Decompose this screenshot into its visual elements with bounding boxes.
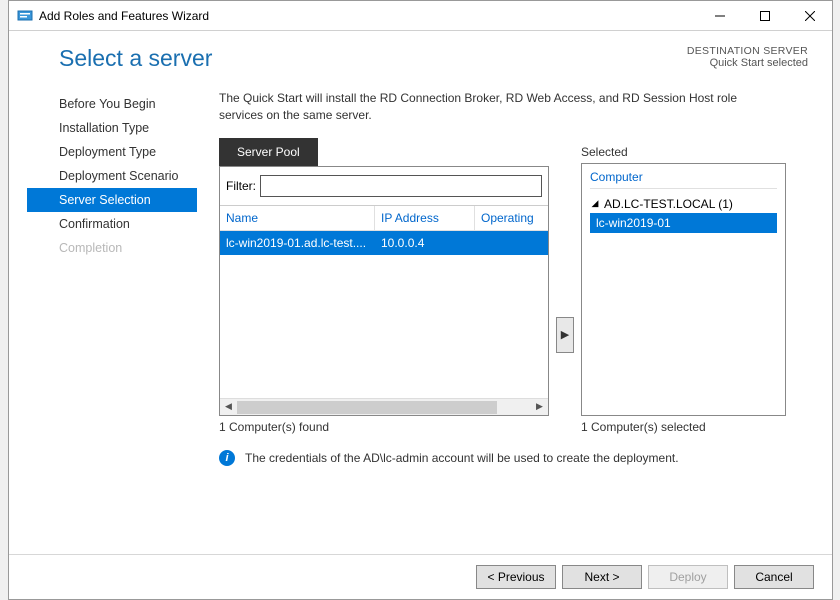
info-row: i The credentials of the AD\lc-admin acc… [219, 450, 814, 466]
tree-collapse-icon[interactable]: ◢ [590, 198, 600, 209]
server-pool-panel: Server Pool Filter: Name IP Address Oper… [219, 138, 549, 434]
col-name[interactable]: Name [220, 206, 375, 230]
computers-found-label: 1 Computer(s) found [219, 420, 549, 434]
cell-ip: 10.0.0.4 [375, 231, 475, 255]
destination-block: DESTINATION SERVER Quick Start selected [687, 45, 814, 69]
tree-parent[interactable]: ◢ AD.LC-TEST.LOCAL (1) [590, 195, 777, 213]
col-os[interactable]: Operating [475, 206, 548, 230]
deploy-button: Deploy [648, 565, 728, 589]
close-button[interactable] [787, 1, 832, 30]
selected-box: Computer ◢ AD.LC-TEST.LOCAL (1) lc-win20… [581, 163, 786, 416]
transfer-column: ▶ [549, 138, 581, 434]
scroll-thumb[interactable] [237, 401, 497, 414]
tab-row: Server Pool [219, 138, 549, 166]
wizard-window: Add Roles and Features Wizard Select a s… [8, 0, 833, 600]
nav-deployment-type[interactable]: Deployment Type [27, 140, 197, 164]
wizard-nav: Before You Begin Installation Type Deplo… [27, 90, 197, 554]
nav-completion: Completion [27, 236, 197, 260]
titlebar: Add Roles and Features Wizard [9, 1, 832, 31]
selected-label: Selected [581, 138, 786, 159]
content-area: Select a server DESTINATION SERVER Quick… [9, 31, 832, 554]
selected-panel: Selected Computer ◢ AD.LC-TEST.LOCAL (1)… [581, 138, 786, 434]
table-row[interactable]: lc-win2019-01.ad.lc-test.... 10.0.0.4 [220, 231, 548, 255]
nav-installation-type[interactable]: Installation Type [27, 116, 197, 140]
intro-text: The Quick Start will install the RD Conn… [219, 90, 779, 124]
tree-child[interactable]: lc-win2019-01 [590, 213, 777, 233]
page-title: Select a server [59, 45, 212, 72]
server-list: lc-win2019-01.ad.lc-test.... 10.0.0.4 [220, 231, 548, 398]
nav-deployment-scenario[interactable]: Deployment Scenario [27, 164, 197, 188]
nav-confirmation[interactable]: Confirmation [27, 212, 197, 236]
scroll-left-icon[interactable]: ◀ [220, 398, 237, 415]
next-button[interactable]: Next > [562, 565, 642, 589]
horizontal-scrollbar[interactable]: ◀ ▶ [220, 398, 548, 415]
body-row: Before You Begin Installation Type Deplo… [27, 90, 814, 554]
computers-selected-label: 1 Computer(s) selected [581, 420, 786, 434]
cancel-button[interactable]: Cancel [734, 565, 814, 589]
nav-server-selection[interactable]: Server Selection [27, 188, 197, 212]
footer: < Previous Next > Deploy Cancel [9, 554, 832, 599]
tree-parent-label: AD.LC-TEST.LOCAL (1) [604, 197, 733, 211]
nav-before-you-begin[interactable]: Before You Begin [27, 92, 197, 116]
cell-name: lc-win2019-01.ad.lc-test.... [220, 231, 375, 255]
filter-input[interactable] [260, 175, 542, 197]
panels-row: Server Pool Filter: Name IP Address Oper… [219, 138, 814, 434]
app-icon [17, 8, 33, 24]
column-headers: Name IP Address Operating [220, 205, 548, 231]
window-title: Add Roles and Features Wizard [39, 9, 209, 23]
previous-button[interactable]: < Previous [476, 565, 556, 589]
chevron-right-icon: ▶ [561, 328, 569, 341]
col-ip[interactable]: IP Address [375, 206, 475, 230]
main-panel: The Quick Start will install the RD Conn… [197, 90, 814, 554]
window-controls [697, 1, 832, 30]
info-icon: i [219, 450, 235, 466]
filter-row: Filter: [220, 167, 548, 205]
info-text: The credentials of the AD\lc-admin accou… [245, 451, 679, 465]
server-pool-box: Filter: Name IP Address Operating lc-win [219, 166, 549, 416]
filter-label: Filter: [226, 179, 256, 193]
minimize-button[interactable] [697, 1, 742, 30]
add-to-selected-button[interactable]: ▶ [556, 317, 574, 353]
maximize-button[interactable] [742, 1, 787, 30]
scroll-right-icon[interactable]: ▶ [531, 398, 548, 415]
header-row: Select a server DESTINATION SERVER Quick… [27, 41, 814, 72]
destination-label: DESTINATION SERVER [687, 45, 808, 57]
selected-header: Computer [590, 170, 777, 189]
destination-value: Quick Start selected [687, 57, 808, 69]
tab-server-pool[interactable]: Server Pool [219, 138, 318, 166]
